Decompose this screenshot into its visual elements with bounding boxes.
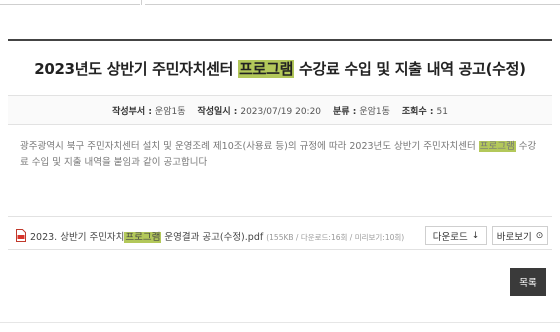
- top-tab-strip: [0, 0, 560, 6]
- meta-category-value: 운암1동: [359, 106, 390, 117]
- meta-category: 분류 : 운암1동: [333, 104, 390, 117]
- pdf-file-icon: [16, 229, 26, 242]
- post-view: 2023년도 상반기 주민자치센터 프로그램 수강료 수입 및 지출 내역 공고…: [8, 39, 552, 250]
- post-body: 광주광역시 북구 주민자치센터 설치 및 운영조례 제10조(사용료 등)의 규…: [8, 125, 552, 217]
- meta-views-label: 조회수 :: [401, 106, 434, 117]
- attachment-row: 2023. 상반기 주민자치프로그램 운영결과 공고(수정).pdf (155K…: [8, 225, 552, 250]
- attachment-name-highlight: 프로그램: [124, 232, 162, 243]
- top-tab-right: [145, 0, 560, 5]
- preview-button[interactable]: 바로보기 ⊙: [492, 226, 548, 245]
- post-title-highlight: 프로그램: [238, 59, 295, 78]
- meta-author: 작성부서 : 운암1동: [112, 104, 185, 117]
- post-title-pre: 2023년도 상반기 주민자치센터: [34, 59, 239, 78]
- download-arrow-icon: ↓: [471, 230, 480, 241]
- bottom-divider: [0, 322, 560, 323]
- meta-date-label: 작성일시 :: [197, 106, 238, 117]
- post-title-row: 2023년도 상반기 주민자치센터 프로그램 수강료 수입 및 지출 내역 공고…: [8, 41, 552, 96]
- download-button[interactable]: 다운로드 ↓: [425, 226, 487, 245]
- meta-views-value: 51: [436, 106, 448, 117]
- top-tab-left: [0, 0, 140, 5]
- top-tab-divider: [141, 0, 142, 5]
- attachment-name[interactable]: 2023. 상반기 주민자치프로그램 운영결과 공고(수정).pdf (155K…: [30, 229, 404, 243]
- attachment-name-post: 운영결과 공고(수정).pdf: [161, 232, 264, 243]
- preview-circle-icon: ⊙: [535, 230, 544, 241]
- post-title: 2023년도 상반기 주민자치센터 프로그램 수강료 수입 및 지출 내역 공고…: [34, 58, 526, 79]
- post-body-highlight: 프로그램: [478, 141, 516, 152]
- meta-views: 조회수 :51: [402, 104, 448, 117]
- post-body-pre: 광주광역시 북구 주민자치센터 설치 및 운영조례 제10조(사용료 등)의 규…: [20, 141, 479, 152]
- meta-date-value: 2023/07/19 20:20: [240, 106, 322, 117]
- attachment-name-pre: 2023. 상반기 주민자치: [30, 232, 125, 243]
- meta-author-label: 작성부서 :: [112, 106, 152, 117]
- download-label: 다운로드: [432, 231, 468, 243]
- meta-date: 작성일시 :2023/07/19 20:20: [198, 104, 322, 117]
- meta-author-value: 운암1동: [154, 106, 186, 117]
- meta-category-label: 분류 :: [333, 106, 357, 117]
- post-meta: 작성부서 : 운암1동 작성일시 :2023/07/19 20:20 분류 : 운암…: [8, 96, 552, 125]
- post-title-post: 수강료 수입 및 지출 내역 공고(수정): [294, 59, 526, 78]
- attachment-info: (155KB / 다운로드:16회 / 미리보기:10회): [266, 233, 405, 242]
- preview-label: 바로보기: [496, 231, 532, 243]
- list-button[interactable]: 목록: [510, 268, 546, 296]
